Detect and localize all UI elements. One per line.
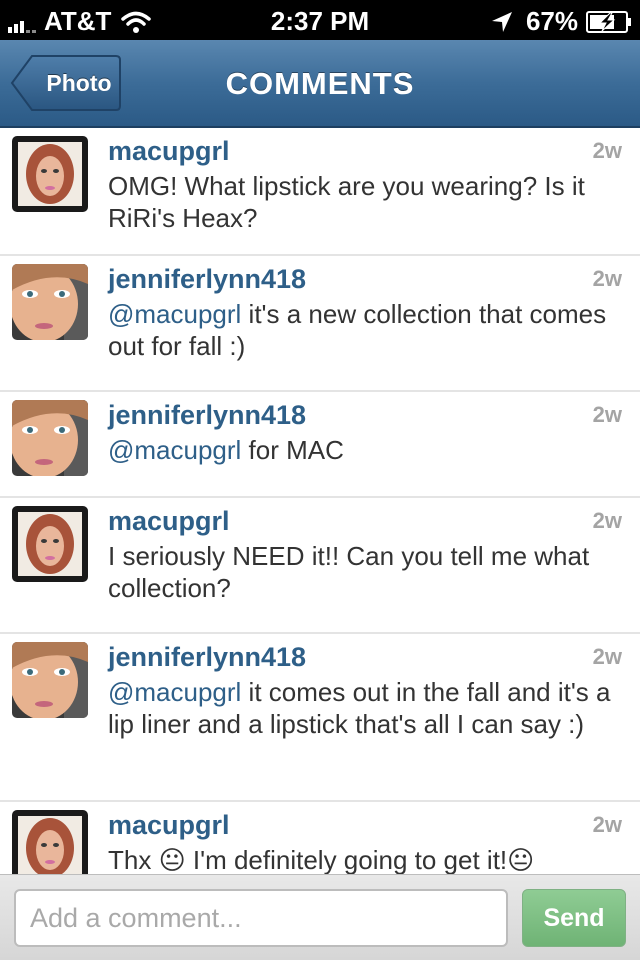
send-button[interactable]: Send xyxy=(522,889,626,947)
comment-text: @macupgrl for MAC xyxy=(108,434,613,466)
comment-item: jenniferlynn418 2w @macupgrl for MAC xyxy=(0,392,640,498)
comment-time: 2w xyxy=(592,812,622,837)
comment-body: Thx 😐 I'm definitely going to get it!😐 xyxy=(108,845,535,874)
comment-input-bar: Send xyxy=(0,874,640,960)
comment-time: 2w xyxy=(592,644,622,669)
avatar-macupgrl[interactable] xyxy=(12,506,88,582)
comment-text: Thx 😐 I'm definitely going to get it!😐 xyxy=(108,844,613,874)
comment-item: jenniferlynn418 2w @macupgrl it's a new … xyxy=(0,256,640,392)
battery-percentage: 67% xyxy=(525,6,578,36)
avatar-macupgrl[interactable] xyxy=(12,810,88,874)
comment-mention[interactable]: @macupgrl xyxy=(108,299,241,329)
comment-mention[interactable]: @macupgrl xyxy=(108,677,241,707)
comment-body: I seriously NEED it!! Can you tell me wh… xyxy=(108,541,590,603)
comment-body: OMG! What lipstick are you wearing? Is i… xyxy=(108,171,585,233)
comment-item: macupgrl 2w I seriously NEED it!! Can yo… xyxy=(0,498,640,634)
comment-body: for MAC xyxy=(241,435,344,465)
comment-username[interactable]: macupgrl xyxy=(108,136,230,167)
status-right: 67% xyxy=(490,6,632,37)
comment-username[interactable]: macupgrl xyxy=(108,506,230,537)
avatar-jenniferlynn418[interactable] xyxy=(12,642,88,718)
back-button-label: Photo xyxy=(46,70,112,96)
comment-text: @macupgrl it's a new collection that com… xyxy=(108,298,613,362)
avatar-macupgrl[interactable] xyxy=(12,136,88,212)
back-button[interactable]: Photo xyxy=(10,54,121,112)
comment-time: 2w xyxy=(592,138,622,163)
comment-input[interactable] xyxy=(14,889,508,947)
comment-time: 2w xyxy=(592,266,622,291)
comment-time: 2w xyxy=(592,402,622,427)
comment-username[interactable]: macupgrl xyxy=(108,810,230,841)
comment-text: I seriously NEED it!! Can you tell me wh… xyxy=(108,540,613,604)
comment-text: OMG! What lipstick are you wearing? Is i… xyxy=(108,170,613,234)
comment-username[interactable]: jenniferlynn418 xyxy=(108,642,306,673)
comments-list[interactable]: macupgrl 2w OMG! What lipstick are you w… xyxy=(0,128,640,874)
location-arrow-icon xyxy=(491,11,512,32)
comment-mention[interactable]: @macupgrl xyxy=(108,435,241,465)
comment-text: @macupgrl it comes out in the fall and i… xyxy=(108,676,613,740)
status-bar: AT&T 2:37 PM 67% xyxy=(0,0,640,40)
navigation-bar: Photo COMMENTS xyxy=(0,40,640,128)
battery-charging-icon xyxy=(586,10,631,33)
comment-item: jenniferlynn418 2w @macupgrl it comes ou… xyxy=(0,634,640,802)
page-title: COMMENTS xyxy=(225,66,415,101)
avatar-jenniferlynn418[interactable] xyxy=(12,400,88,476)
comment-time: 2w xyxy=(592,508,622,533)
comment-item: macupgrl 2w OMG! What lipstick are you w… xyxy=(0,128,640,256)
avatar-jenniferlynn418[interactable] xyxy=(12,264,88,340)
comment-username[interactable]: jenniferlynn418 xyxy=(108,264,306,295)
comment-item: macupgrl 2w Thx 😐 I'm definitely going t… xyxy=(0,802,640,874)
comment-username[interactable]: jenniferlynn418 xyxy=(108,400,306,431)
